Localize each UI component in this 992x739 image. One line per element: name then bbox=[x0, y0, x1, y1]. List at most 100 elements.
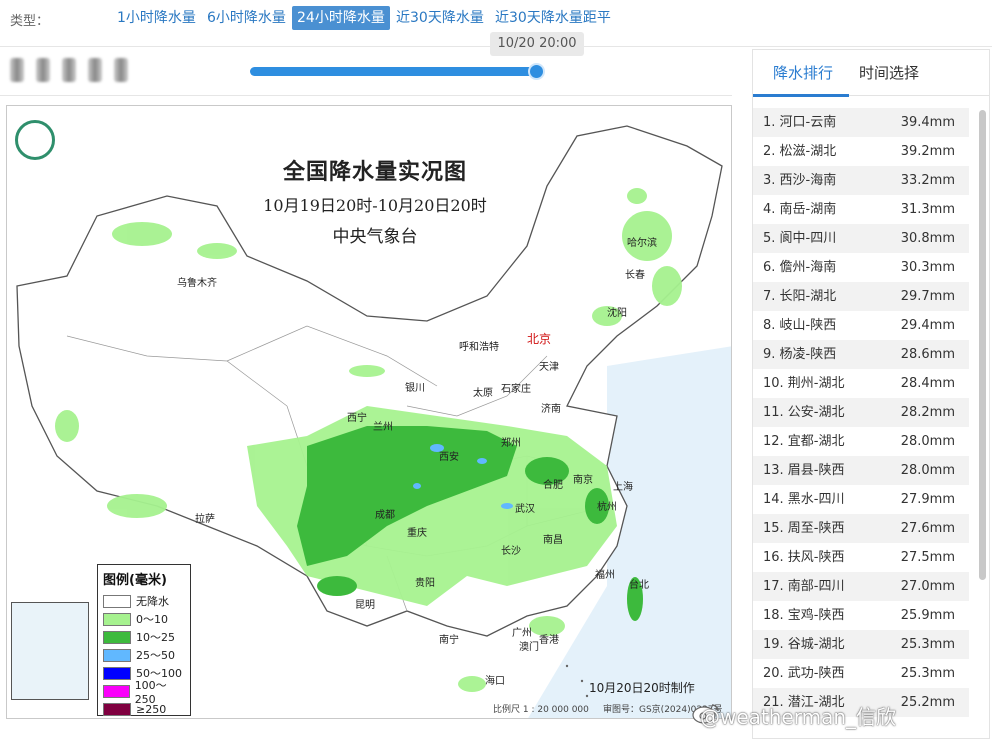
ranking-value: 25.9mm bbox=[900, 608, 955, 623]
legend-label: 0～10 bbox=[136, 613, 168, 626]
city-tianjin: 天津 bbox=[539, 362, 559, 373]
ranking-row[interactable]: 13. 眉县-陕西 28.0mm bbox=[753, 456, 969, 485]
ranking-station: 5. 阆中-四川 bbox=[763, 231, 837, 246]
legend-label: 25～50 bbox=[136, 649, 175, 662]
ranking-value: 25.2mm bbox=[900, 695, 955, 710]
map-legend: 图例(毫米) 无降水 0～10 10～25 25～50 50～100 100～250 ≥25… bbox=[97, 564, 191, 716]
legend-item: 25～50 bbox=[103, 646, 185, 664]
map-scale: 比例尺 1 : 20 000 000 bbox=[493, 705, 589, 715]
south-china-sea-inset bbox=[11, 602, 89, 700]
map-subtitle: 10月19日20时-10月20日20时 bbox=[263, 196, 487, 215]
ranking-row[interactable]: 20. 武功-陕西 25.3mm bbox=[753, 659, 969, 688]
ranking-row[interactable]: 9. 杨凌-陕西 28.6mm bbox=[753, 340, 969, 369]
map-title: 全国降水量实况图 bbox=[282, 159, 467, 185]
ranking-row[interactable]: 14. 黑水-四川 27.9mm bbox=[753, 485, 969, 514]
city-harbin: 哈尔滨 bbox=[627, 238, 657, 249]
legend-swatch bbox=[103, 648, 131, 662]
ranking-station: 7. 长阳-湖北 bbox=[763, 289, 837, 304]
city-shanghai: 上海 bbox=[613, 482, 633, 493]
map-title-block: 全国降水量实况图 10月19日20时-10月20日20时 中央气象台 bbox=[255, 154, 495, 247]
tab-24h-precip[interactable]: 24小时降水量 bbox=[292, 6, 390, 30]
city-nanning: 南宁 bbox=[439, 635, 459, 646]
blurred-logo bbox=[10, 58, 170, 84]
tab-precip-ranking[interactable]: 降水排行 bbox=[773, 62, 833, 83]
ranking-row[interactable]: 8. 岐山-陕西 29.4mm bbox=[753, 311, 969, 340]
legend-item: 100～250 bbox=[103, 679, 185, 706]
city-beijing: 北京 bbox=[527, 332, 552, 346]
type-label: 类型： bbox=[10, 14, 50, 29]
ranking-value: 28.4mm bbox=[900, 376, 955, 391]
time-tooltip: 10/20 20:00 bbox=[490, 32, 584, 56]
ranking-station: 16. 扶风-陕西 bbox=[763, 550, 845, 565]
tab-1h-precip[interactable]: 1小时降水量 bbox=[112, 6, 201, 30]
ranking-station: 18. 宝鸡-陕西 bbox=[763, 608, 845, 623]
ranking-value: 28.0mm bbox=[900, 434, 955, 449]
city-shijiazhuang: 石家庄 bbox=[501, 384, 531, 395]
tab-6h-precip[interactable]: 6小时降水量 bbox=[202, 6, 291, 30]
city-hongkong: 香港 bbox=[539, 635, 559, 646]
cma-logo bbox=[15, 120, 55, 160]
ranking-value: 27.9mm bbox=[900, 492, 955, 507]
time-slider-track[interactable] bbox=[250, 67, 538, 76]
legend-item: 10～25 bbox=[103, 628, 185, 646]
ranking-value: 27.5mm bbox=[900, 550, 955, 565]
legend-title: 图例(毫米) bbox=[103, 573, 167, 588]
ranking-value: 28.6mm bbox=[900, 347, 955, 362]
ranking-station: 13. 眉县-陕西 bbox=[763, 463, 845, 478]
city-jinan: 济南 bbox=[541, 404, 561, 415]
ranking-row[interactable]: 1. 河口-云南 39.4mm bbox=[753, 108, 969, 137]
slider-divider bbox=[0, 95, 732, 96]
ranking-value: 27.0mm bbox=[900, 579, 955, 594]
ranking-station: 19. 谷城-湖北 bbox=[763, 637, 845, 652]
time-slider-handle[interactable] bbox=[528, 63, 545, 80]
ranking-row[interactable]: 18. 宝鸡-陕西 25.9mm bbox=[753, 601, 969, 630]
legend-item: 0～10 bbox=[103, 610, 185, 628]
ranking-station: 2. 松滋-湖北 bbox=[763, 144, 837, 159]
ranking-row[interactable]: 12. 宜都-湖北 28.0mm bbox=[753, 427, 969, 456]
ranking-row[interactable]: 3. 西沙-海南 33.2mm bbox=[753, 166, 969, 195]
ranking-value: 31.3mm bbox=[900, 202, 955, 217]
ranking-station: 15. 周至-陕西 bbox=[763, 521, 845, 536]
tab-time-select[interactable]: 时间选择 bbox=[859, 62, 919, 83]
right-panel: 降水排行 时间选择 1. 河口-云南 39.4mm 2. 松滋-湖北 39.2mm 3.… bbox=[752, 49, 990, 739]
city-wuhan: 武汉 bbox=[515, 504, 535, 515]
ranking-station: 20. 武功-陕西 bbox=[763, 666, 845, 681]
city-zhengzhou: 郑州 bbox=[501, 438, 521, 449]
ranking-row[interactable]: 7. 长阳-湖北 29.7mm bbox=[753, 282, 969, 311]
ranking-value: 29.4mm bbox=[900, 318, 955, 333]
ranking-row[interactable]: 2. 松滋-湖北 39.2mm bbox=[753, 137, 969, 166]
ranking-row[interactable]: 5. 阆中-四川 30.8mm bbox=[753, 224, 969, 253]
ranking-scrollbar[interactable] bbox=[979, 110, 986, 580]
tab-30d-anomaly[interactable]: 近30天降水量距平 bbox=[490, 6, 616, 30]
city-nanchang: 南昌 bbox=[543, 535, 563, 546]
legend-label: 100～250 bbox=[134, 678, 167, 706]
ranking-row[interactable]: 19. 谷城-湖北 25.3mm bbox=[753, 630, 969, 659]
ranking-row[interactable]: 17. 南部-四川 27.0mm bbox=[753, 572, 969, 601]
city-guiyang: 贵阳 bbox=[415, 578, 435, 589]
ranking-station: 8. 岐山-陕西 bbox=[763, 318, 837, 333]
ranking-value: 28.2mm bbox=[900, 405, 955, 420]
ranking-row[interactable]: 15. 周至-陕西 27.6mm bbox=[753, 514, 969, 543]
ranking-row[interactable]: 11. 公安-湖北 28.2mm bbox=[753, 398, 969, 427]
legend-swatch bbox=[103, 684, 130, 698]
legend-label: 无降水 bbox=[136, 595, 169, 608]
ranking-station: 4. 南岳-湖南 bbox=[763, 202, 837, 217]
city-macau: 澳门 bbox=[519, 642, 539, 653]
ranking-station: 1. 河口-云南 bbox=[763, 115, 837, 130]
ranking-row[interactable]: 16. 扶风-陕西 27.5mm bbox=[753, 543, 969, 572]
ranking-row[interactable]: 4. 南岳-湖南 31.3mm bbox=[753, 195, 969, 224]
city-chongqing: 重庆 bbox=[407, 528, 427, 539]
ranking-row[interactable]: 10. 荆州-湖北 28.4mm bbox=[753, 369, 969, 398]
legend-swatch bbox=[103, 612, 131, 626]
ranking-value: 25.3mm bbox=[900, 666, 955, 681]
map-production-note: 10月20日20时制作 bbox=[589, 681, 695, 695]
city-shenyang: 沈阳 bbox=[607, 308, 627, 319]
tab-30d-precip[interactable]: 近30天降水量 bbox=[391, 6, 489, 30]
city-xian: 西安 bbox=[439, 452, 459, 463]
ranking-row[interactable]: 6. 儋州-海南 30.3mm bbox=[753, 253, 969, 282]
legend-label: 10～25 bbox=[136, 631, 175, 644]
city-lanzhou: 兰州 bbox=[373, 422, 393, 433]
watermark: @weatherman_信欣 bbox=[700, 705, 897, 729]
active-tab-underline bbox=[753, 94, 849, 97]
ranking-station: 3. 西沙-海南 bbox=[763, 173, 837, 188]
